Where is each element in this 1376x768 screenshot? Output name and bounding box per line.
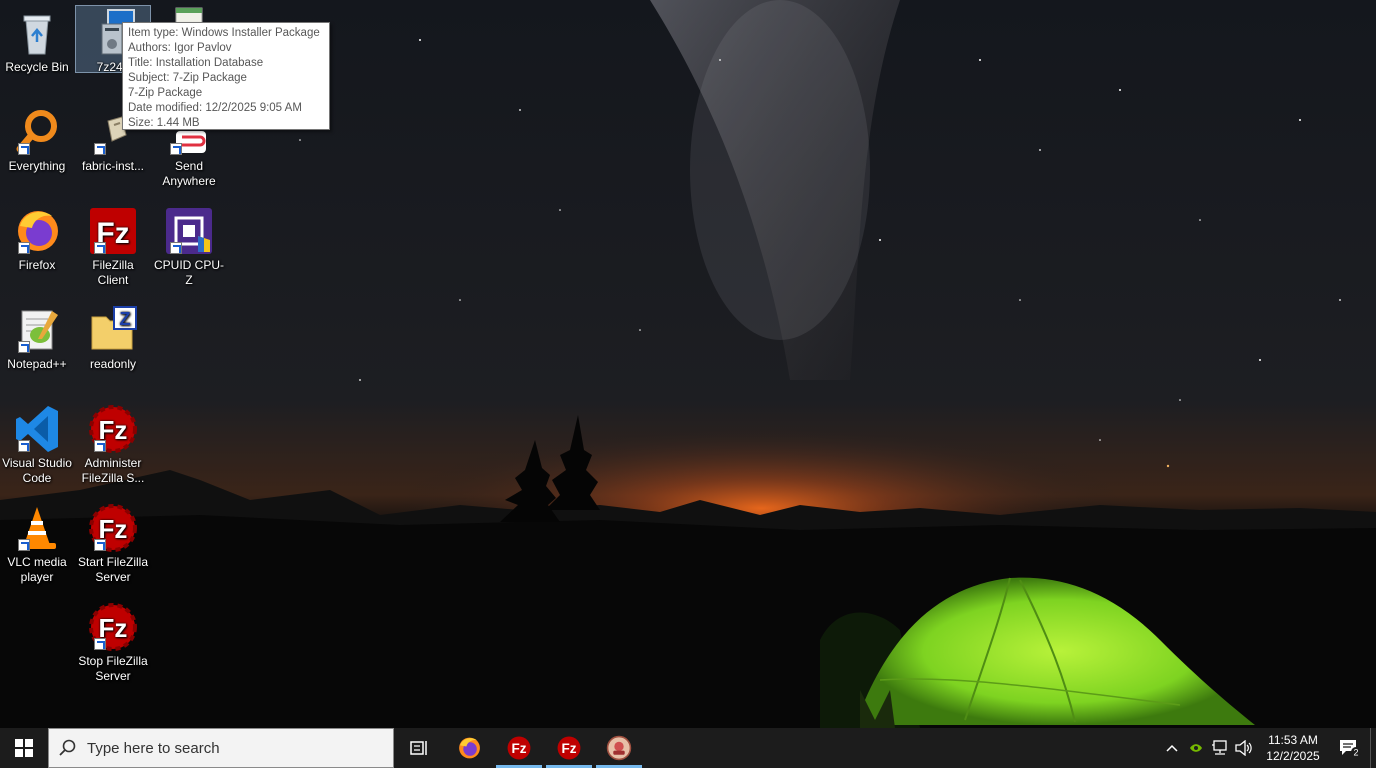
firefox-icon [459, 737, 480, 759]
shortcut-arrow-icon [94, 638, 106, 650]
tooltip-date-modified: Date modified: 12/2/2025 9:05 AM [128, 102, 302, 114]
windows-logo-icon [15, 739, 33, 757]
desktop-icon-stop-filezilla[interactable]: Fz Stop FileZilla Server [76, 600, 150, 684]
taskbar-filezilla-server-button[interactable]: Fz [494, 728, 544, 768]
desktop-icon-label: Send Anywhere [162, 159, 216, 188]
desktop-icon-recycle-bin[interactable]: Recycle Bin [0, 6, 74, 75]
desktop-icon-admin-filezilla[interactable]: Fz Administer FileZilla S... [76, 402, 150, 486]
desktop-icon-start-filezilla[interactable]: Fz Start FileZilla Server [76, 501, 150, 585]
desktop-icon-label: Firefox [18, 258, 56, 272]
taskbar-firefox-button[interactable] [444, 728, 494, 768]
system-tray: 11:53 AM 12/2/2025 2 [1160, 728, 1376, 768]
magnifier-icon [12, 107, 62, 157]
taskbar-filezilla-client-button[interactable]: Fz [544, 728, 594, 768]
volume-tray-button[interactable] [1232, 728, 1256, 768]
shortcut-arrow-icon [18, 242, 30, 254]
task-view-button[interactable] [394, 728, 444, 768]
shortcut-arrow-icon [18, 143, 30, 155]
taskbar-app-button[interactable] [594, 728, 644, 768]
filezilla-icon: Fz [88, 206, 138, 256]
desktop-icon-filezilla-client[interactable]: Fz FileZilla Client [76, 204, 150, 288]
taskbar-clock[interactable]: 11:53 AM 12/2/2025 [1260, 732, 1326, 764]
notepad-plus-plus-icon [12, 305, 62, 355]
filezilla-server-icon: Fz [88, 404, 138, 454]
shortcut-arrow-icon [94, 539, 106, 551]
tooltip-subject: Subject: 7-Zip Package [128, 72, 247, 84]
action-center-button[interactable]: 2 [1330, 728, 1370, 768]
desktop-icon-vlc[interactable]: VLC media player [0, 501, 74, 585]
desktop-icon-label: Stop FileZilla Server [78, 654, 148, 683]
filezilla-icon: Fz [557, 736, 581, 760]
desktop-icon-label: VLC media player [7, 555, 67, 584]
desktop-icon-label: Visual Studio Code [2, 456, 72, 485]
desktop-icon-cpuz[interactable]: CPUID CPU-Z [152, 204, 226, 288]
desktop-icon-label: FileZilla Client [92, 258, 134, 287]
firefox-icon [12, 206, 62, 256]
shortcut-arrow-icon [18, 341, 30, 353]
desktop-icon-firefox[interactable]: Firefox [0, 204, 74, 273]
shortcut-arrow-icon [170, 143, 182, 155]
file-info-tooltip: Item type: Windows Installer Package Aut… [122, 22, 330, 130]
taskbar: Type here to search Fz Fz 11:53 AM 12/2/… [0, 728, 1376, 768]
svg-text:Fz: Fz [511, 741, 526, 756]
nvidia-icon [1190, 744, 1202, 752]
search-placeholder: Type here to search [87, 739, 220, 757]
app-avatar-icon [606, 735, 632, 761]
desktop-icon-label: Administer FileZilla S... [81, 456, 145, 485]
taskbar-search-box[interactable]: Type here to search [48, 728, 394, 768]
svg-text:Z: Z [120, 309, 131, 329]
vlc-cone-icon [12, 503, 62, 553]
nvidia-tray-button[interactable] [1184, 728, 1208, 768]
folder-icon: Z [88, 305, 138, 355]
cpu-z-icon [164, 206, 214, 256]
notification-count: 2 [1353, 748, 1358, 758]
shortcut-arrow-icon [94, 143, 106, 155]
desktop-icon-readonly[interactable]: Z readonly [76, 303, 150, 372]
filezilla-server-icon: Fz [507, 736, 531, 760]
shortcut-arrow-icon [94, 242, 106, 254]
speaker-icon [1235, 740, 1252, 756]
show-desktop-button[interactable] [1370, 728, 1376, 768]
task-view-icon [410, 741, 427, 755]
desktop-icon-label: Recycle Bin [5, 60, 69, 74]
desktop-icon-label: CPUID CPU-Z [153, 258, 224, 287]
desktop-icon-label: Notepad++ [7, 357, 67, 371]
search-icon [59, 739, 76, 756]
vscode-icon [12, 404, 62, 454]
desktop-icon-label: fabric-inst... [81, 159, 144, 173]
desktop-icon-notepadpp[interactable]: Notepad++ [0, 303, 74, 372]
tooltip-title: Title: Installation Database [128, 57, 264, 69]
svg-text:Fz: Fz [561, 741, 576, 756]
desktop-icon-label: Everything [8, 159, 66, 173]
shortcut-arrow-icon [94, 440, 106, 452]
desktop-icon-label: readonly [89, 357, 137, 371]
tooltip-item-type: Item type: Windows Installer Package [128, 27, 320, 39]
shortcut-arrow-icon [170, 242, 182, 254]
chevron-up-icon [1166, 744, 1178, 752]
desktop-icon-everything[interactable]: Everything [0, 105, 74, 174]
start-button[interactable] [0, 728, 48, 768]
tooltip-authors: Authors: Igor Pavlov [128, 42, 232, 54]
show-hidden-icons-button[interactable] [1160, 728, 1184, 768]
network-icon [1212, 740, 1227, 755]
notification-icon: 2 [1340, 740, 1361, 758]
desktop-icon-vscode[interactable]: Visual Studio Code [0, 402, 74, 486]
shortcut-arrow-icon [18, 539, 30, 551]
network-tray-button[interactable] [1208, 728, 1232, 768]
filezilla-server-icon: Fz [88, 602, 138, 652]
recycle-bin-icon [12, 8, 62, 58]
shortcut-arrow-icon [18, 440, 30, 452]
tooltip-comment: 7-Zip Package [128, 87, 203, 99]
clock-time: 11:53 AM [1268, 733, 1318, 747]
tooltip-size: Size: 1.44 MB [128, 117, 200, 129]
desktop-icon-label: Start FileZilla Server [77, 555, 148, 584]
clock-date: 12/2/2025 [1266, 749, 1320, 763]
filezilla-server-icon: Fz [88, 503, 138, 553]
